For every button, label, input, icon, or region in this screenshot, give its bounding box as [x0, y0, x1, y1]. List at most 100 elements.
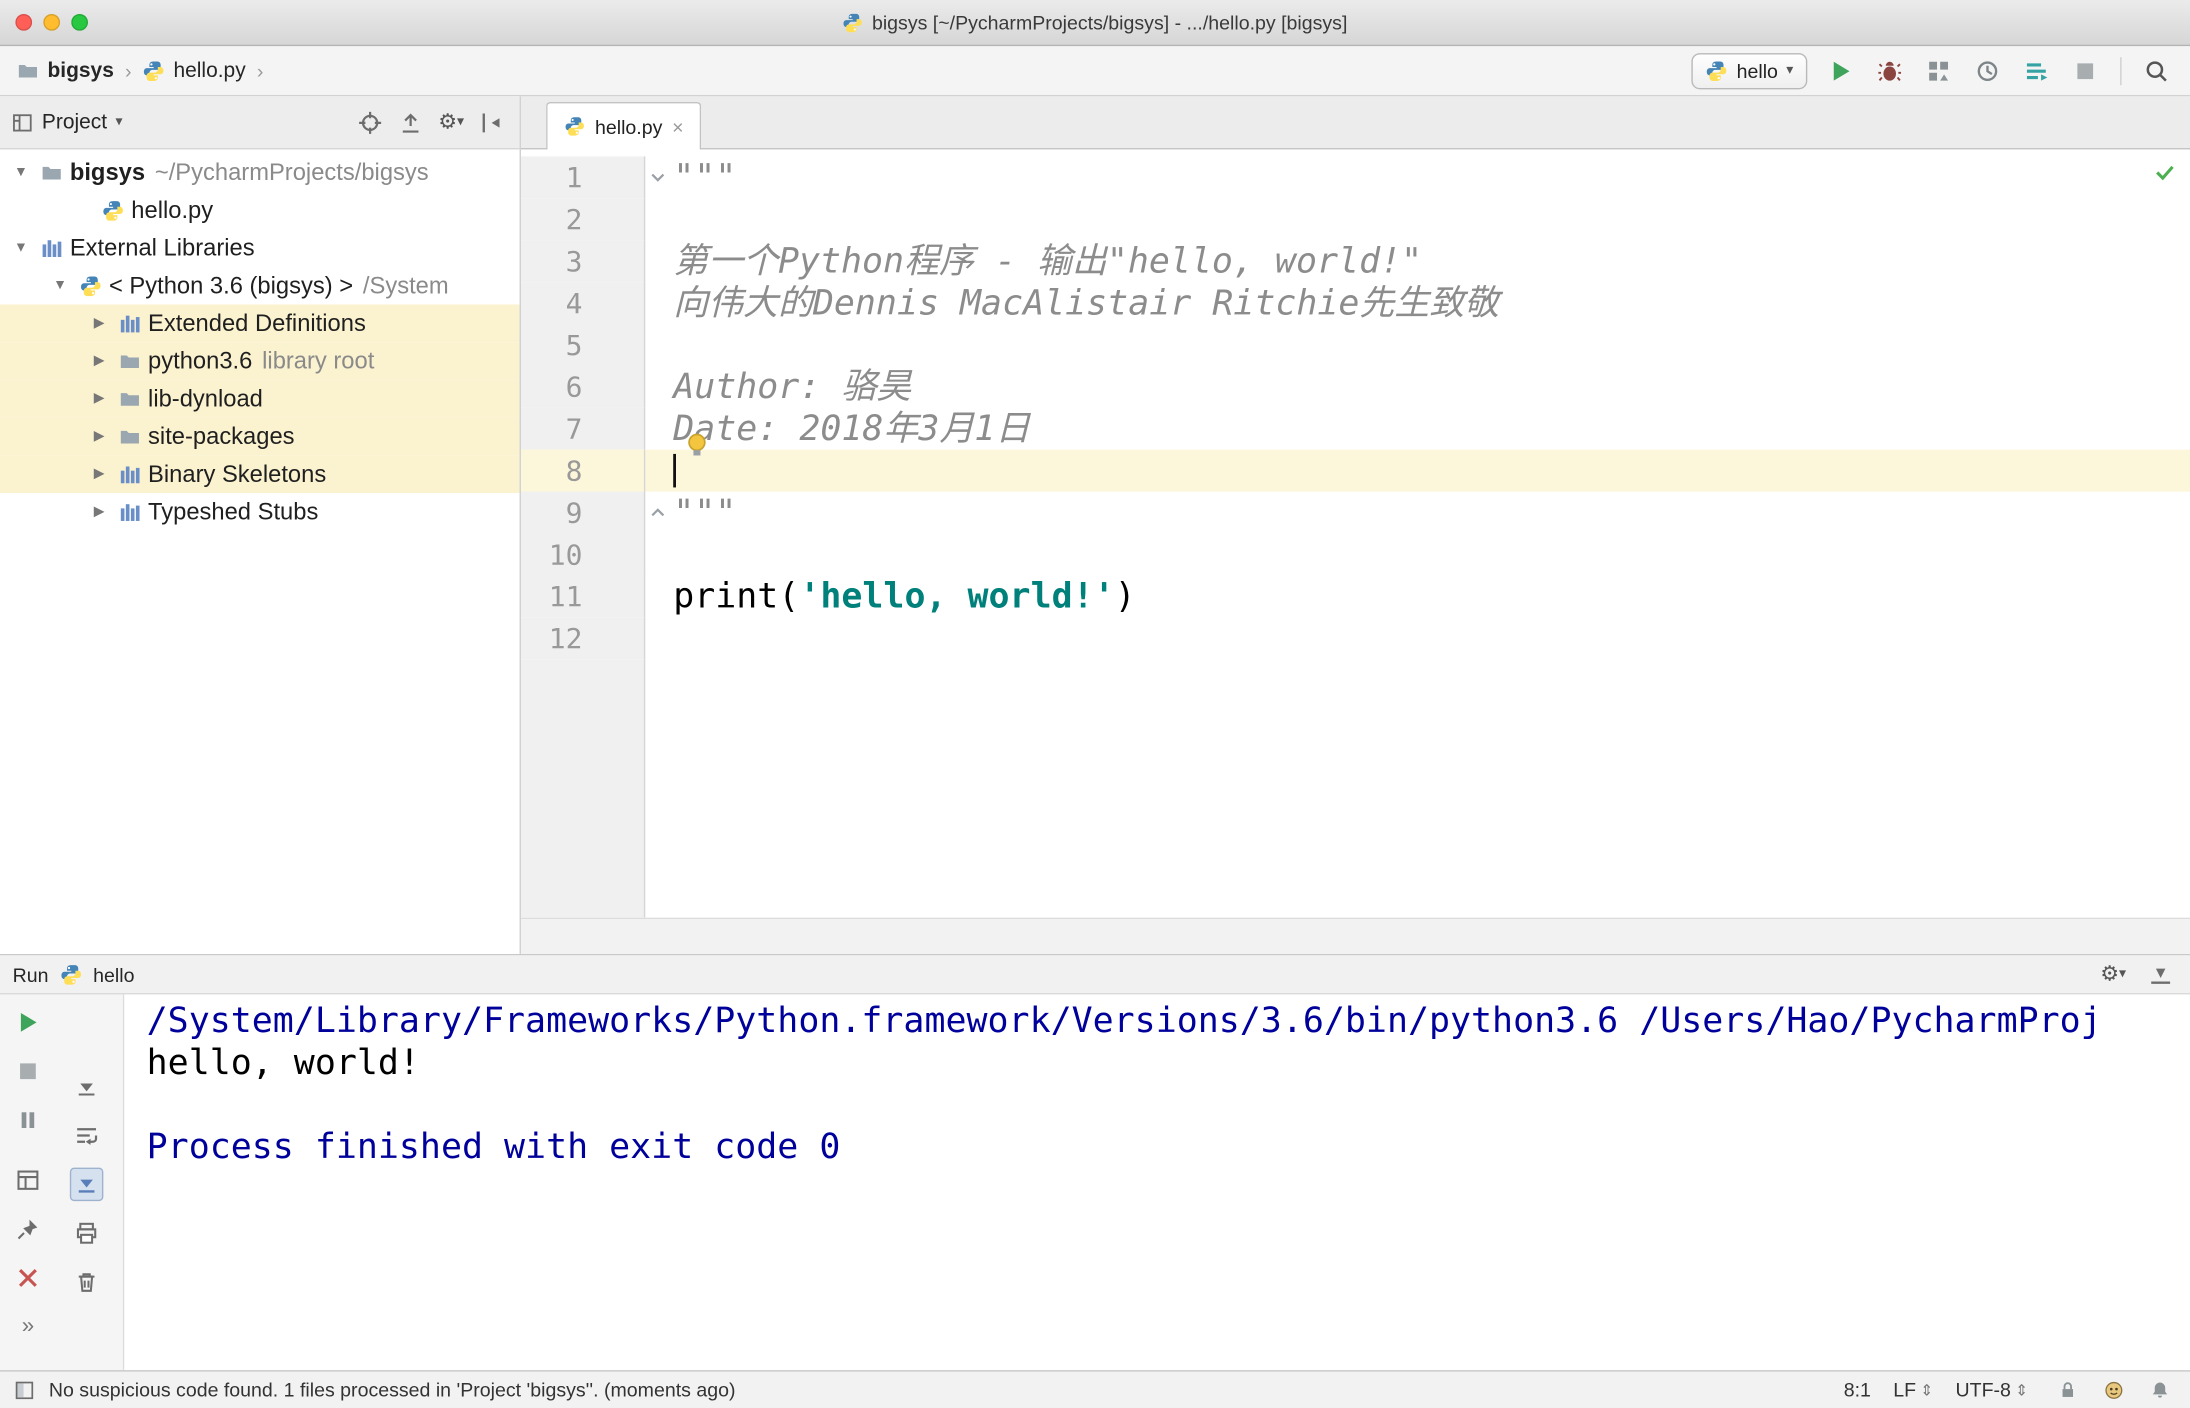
- coverage-button[interactable]: [1922, 54, 1956, 88]
- expander-icon[interactable]: ▶: [87, 391, 112, 406]
- hide-button[interactable]: [475, 105, 509, 139]
- restore-layout-button[interactable]: [11, 1163, 45, 1197]
- tool-window-switcher-icon[interactable]: [14, 1379, 35, 1400]
- editor-line-12: 12: [520, 617, 2190, 660]
- soft-wrap-button[interactable]: [70, 1119, 104, 1153]
- collapse-all-button[interactable]: [394, 105, 428, 139]
- run-config-label: hello: [1736, 59, 1778, 82]
- editor-line-6: 6 Author: 骆昊: [520, 365, 2190, 408]
- lock-button[interactable]: [2050, 1373, 2084, 1407]
- expander-icon[interactable]: ▶: [87, 353, 112, 368]
- hector-button[interactable]: [2096, 1373, 2130, 1407]
- expander-icon[interactable]: ▶: [87, 429, 112, 444]
- print-button[interactable]: [70, 1217, 104, 1251]
- run-config-selector[interactable]: hello ▾: [1691, 52, 1808, 89]
- line-number[interactable]: 9: [520, 491, 646, 534]
- tab-hello-py[interactable]: hello.py ×: [546, 101, 702, 150]
- stop-button[interactable]: [2068, 54, 2102, 88]
- expander-icon[interactable]: ▼: [47, 278, 72, 293]
- python-file-icon: [564, 116, 585, 137]
- scroll-end-button[interactable]: [69, 1167, 104, 1202]
- run-button[interactable]: [1824, 54, 1858, 88]
- concurrency-button[interactable]: [2020, 54, 2054, 88]
- bell-button[interactable]: [2143, 1373, 2177, 1407]
- line-number[interactable]: 3: [520, 240, 646, 283]
- code-editor[interactable]: 1 """ 2 3 第一个Python程序 - 输出"hello, world!" 4 向伟…: [520, 149, 2190, 918]
- tree-item-site-packages[interactable]: ▶ site-packages: [0, 417, 520, 456]
- line-ending-selector[interactable]: LF ⇕: [1893, 1379, 1933, 1401]
- debug-button[interactable]: [1873, 54, 1907, 88]
- expander-icon[interactable]: ▼: [8, 165, 33, 180]
- stop-button[interactable]: [11, 1054, 45, 1088]
- settings-button[interactable]: ⚙ ▾: [2096, 957, 2130, 991]
- line-number[interactable]: 10: [520, 533, 646, 576]
- more-button[interactable]: »: [11, 1310, 45, 1344]
- line-number[interactable]: 4: [520, 282, 646, 325]
- minimize-window-button[interactable]: [43, 13, 61, 31]
- clear-button[interactable]: [70, 1265, 104, 1299]
- fold-gutter: [645, 324, 670, 366]
- chevron-down-icon[interactable]: ▾: [115, 115, 122, 129]
- run-tool-window: Run hello ⚙ ▾ » /System/Library/Framework…: [0, 953, 2190, 1371]
- caret-position[interactable]: 8:1: [1844, 1379, 1871, 1401]
- fold-end-icon[interactable]: [645, 492, 670, 534]
- tree-item-bigsys[interactable]: ▼ bigsys ~/PycharmProjects/bigsys: [0, 154, 520, 192]
- project-panel-title[interactable]: Project: [42, 110, 107, 134]
- console-line: hello, world!: [146, 1041, 420, 1083]
- locate-button[interactable]: [353, 105, 387, 139]
- close-button[interactable]: [11, 1261, 45, 1295]
- console-line: Process finished with exit code 0: [146, 1125, 841, 1167]
- run-panel-body: » /System/Library/Frameworks/Python.fram…: [0, 994, 2190, 1371]
- fold-start-icon[interactable]: [645, 156, 670, 198]
- code-token: Author: 骆昊: [673, 365, 912, 407]
- fold-gutter: [645, 450, 670, 492]
- project-header-actions: ⚙ ▾: [353, 105, 508, 139]
- run-process-label[interactable]: hello: [93, 963, 134, 985]
- status-bar-icons: [2050, 1373, 2176, 1407]
- python-file-icon: [143, 59, 165, 81]
- run-console[interactable]: /System/Library/Frameworks/Python.framew…: [124, 994, 2190, 1371]
- tree-item-hello-py[interactable]: hello.py: [0, 191, 520, 229]
- tree-item-extra: /System: [362, 271, 449, 299]
- close-window-button[interactable]: [15, 13, 33, 31]
- pin-button[interactable]: [11, 1212, 45, 1246]
- breadcrumb-file[interactable]: hello.py: [173, 59, 245, 83]
- line-number[interactable]: 12: [520, 617, 646, 660]
- profile-button[interactable]: [1971, 54, 2005, 88]
- expander-icon[interactable]: ▶: [87, 504, 112, 519]
- zoom-window-button[interactable]: [71, 13, 88, 31]
- expander-icon[interactable]: ▼: [8, 240, 33, 255]
- tree-item-external-libraries[interactable]: ▼ External Libraries: [0, 229, 520, 267]
- hide-bottom-button[interactable]: [2144, 957, 2178, 991]
- tree-item-typeshed-stubs[interactable]: ▶ Typeshed Stubs: [0, 493, 520, 531]
- pause-button[interactable]: [11, 1103, 45, 1137]
- settings-button[interactable]: ⚙ ▾: [434, 105, 468, 139]
- down-stack-button[interactable]: [70, 1070, 104, 1104]
- close-tab-icon[interactable]: ×: [672, 117, 683, 137]
- tree-item-extended-definitions[interactable]: ▶ Extended Definitions: [0, 304, 520, 343]
- expander-icon[interactable]: ▶: [87, 466, 112, 481]
- search-button[interactable]: [2140, 54, 2174, 88]
- encoding-selector[interactable]: UTF-8 ⇕: [1956, 1379, 2028, 1401]
- line-number[interactable]: 11: [520, 575, 646, 618]
- line-number[interactable]: 1: [520, 156, 646, 199]
- expander-icon[interactable]: ▶: [87, 316, 112, 331]
- tree-item-python-3-6-bigsys[interactable]: ▼ < Python 3.6 (bigsys) > /System: [0, 267, 520, 305]
- line-number[interactable]: 5: [520, 324, 646, 366]
- line-number[interactable]: 6: [520, 365, 646, 408]
- navbar-right: hello ▾: [1691, 52, 2174, 89]
- folder-icon: [39, 161, 64, 183]
- tree-item-lib-dynload[interactable]: ▶ lib-dynload: [0, 379, 520, 418]
- breadcrumb-project[interactable]: bigsys: [47, 59, 113, 83]
- rerun-button[interactable]: [11, 1006, 45, 1040]
- line-number[interactable]: 2: [520, 198, 646, 241]
- inspections-ok-icon[interactable]: [2154, 161, 2176, 183]
- tree-item-binary-skeletons[interactable]: ▶ Binary Skeletons: [0, 455, 520, 494]
- tree-item-python3-6[interactable]: ▶ python3.6 library root: [0, 342, 520, 380]
- line-number[interactable]: 8: [520, 449, 646, 492]
- run-toolbar: »: [0, 994, 125, 1371]
- run-panel-title[interactable]: Run: [13, 963, 49, 985]
- line-number[interactable]: 7: [520, 407, 646, 450]
- intention-bulb-icon[interactable]: [683, 430, 711, 458]
- editor-line-11: 11 print('hello, world!'): [520, 575, 2190, 618]
